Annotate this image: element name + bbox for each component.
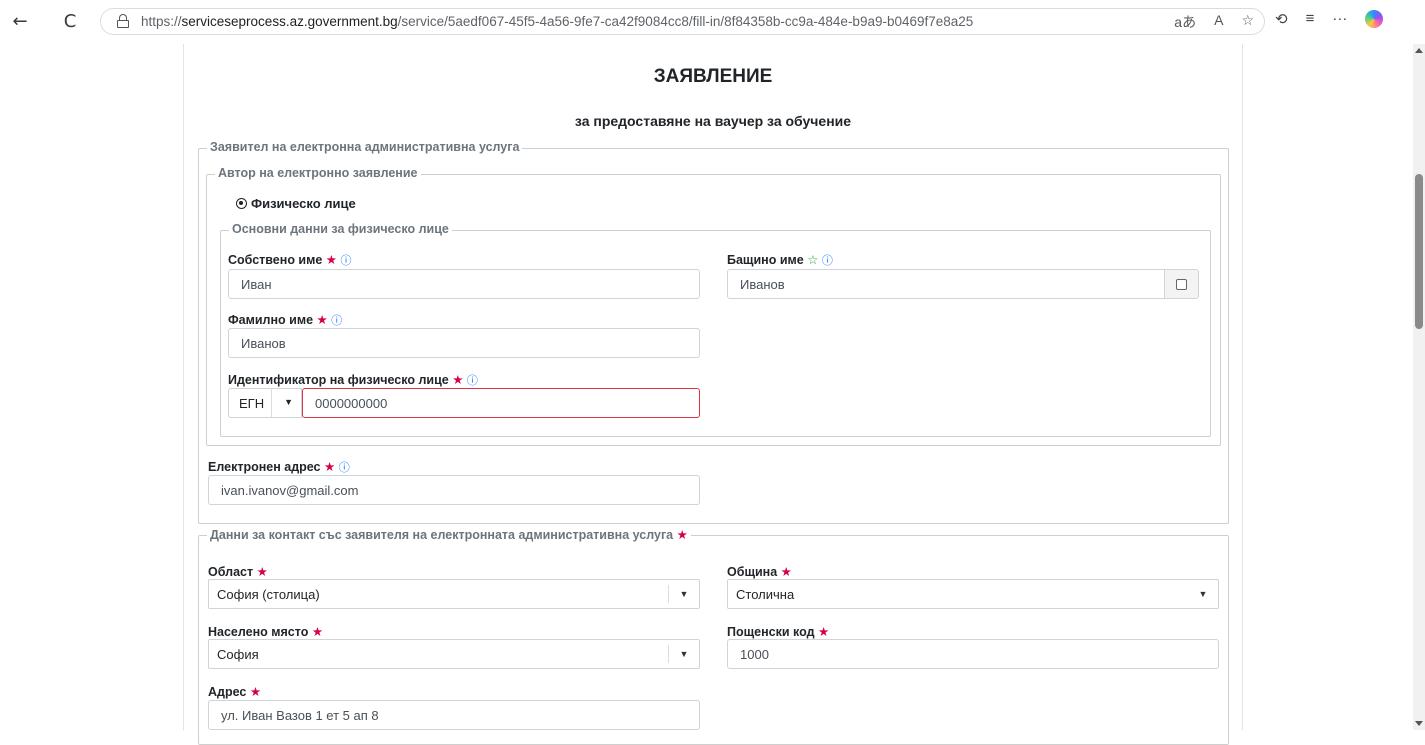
browser-toolbar: ← C https://serviceseprocess.az.governme…	[0, 0, 1425, 44]
url-text[interactable]: https://serviceseprocess.az.government.b…	[141, 14, 973, 29]
read-aloud-icon[interactable]: A	[1214, 12, 1223, 32]
page-subtitle: за предоставяне на ваучер за обучение	[574, 113, 852, 129]
required-star-icon: ★	[452, 373, 464, 387]
required-star-icon: ★	[249, 685, 262, 699]
chevron-down-icon[interactable]: ▼	[669, 580, 699, 608]
region-label: Област ★	[208, 565, 268, 579]
first-name-label: Собствено име ★ ⓘ	[228, 253, 352, 267]
info-icon[interactable]: ⓘ	[822, 254, 833, 267]
municipality-label: Община ★	[727, 565, 792, 579]
chevron-down-icon[interactable]: ▼	[1188, 580, 1218, 608]
chevron-down-icon[interactable]: ▼	[669, 640, 699, 668]
scroll-up-icon[interactable]	[1415, 48, 1423, 53]
form-page: ЗАЯВЛЕНИЕ за предоставяне на ваучер за о…	[183, 44, 1243, 745]
required-star-icon: ★	[311, 625, 324, 639]
identifier-input[interactable]: 0000000000	[302, 388, 700, 418]
basic-data-legend: Основни данни за физическо лице	[229, 222, 452, 236]
vertical-scrollbar[interactable]	[1413, 44, 1425, 730]
identifier-type-select[interactable]: ЕГН ▼	[228, 388, 302, 418]
first-name-input[interactable]: Иван	[228, 269, 700, 299]
middle-name-label: Бащино име ☆ ⓘ	[727, 253, 833, 267]
middle-name-value: Иванов	[740, 277, 785, 292]
more-menu-icon[interactable]: ···	[1332, 10, 1347, 28]
info-icon[interactable]: ⓘ	[467, 374, 478, 387]
required-star-icon: ★	[325, 253, 338, 267]
copilot-icon[interactable]	[1365, 10, 1384, 28]
email-label: Електронен адрес ★ ⓘ	[208, 460, 350, 474]
scroll-down-icon[interactable]	[1415, 721, 1423, 726]
person-type-radio[interactable]: Физическо лице	[236, 196, 356, 211]
contact-legend: Данни за контакт със заявителя на електр…	[207, 527, 691, 542]
scrollbar-thumb[interactable]	[1415, 174, 1423, 329]
region-select[interactable]: София (столица) ▼	[208, 579, 700, 609]
info-icon[interactable]: ⓘ	[331, 314, 342, 327]
identifier-label: Идентификатор на физическо лице ★ ⓘ	[228, 373, 478, 387]
lock-icon[interactable]	[117, 14, 129, 28]
required-star-icon: ★	[818, 625, 830, 639]
favorites-icon[interactable]: ≡	[1306, 10, 1315, 28]
page-title: ЗАЯВЛЕНИЕ	[653, 66, 773, 87]
settlement-value: София	[217, 647, 259, 662]
last-name-label: Фамилно име ★ ⓘ	[228, 313, 343, 327]
required-star-icon: ★	[256, 565, 268, 579]
refresh-icon[interactable]: C	[58, 9, 82, 33]
last-name-input[interactable]: Иванов	[228, 328, 700, 358]
required-star-icon: ★	[676, 528, 688, 542]
chevron-down-icon[interactable]: ▼	[284, 397, 293, 407]
checkbox-icon[interactable]	[1176, 278, 1187, 290]
favorite-star-icon[interactable]: ☆	[1241, 12, 1254, 32]
postal-code-label: Пощенски код ★	[727, 625, 830, 639]
middle-name-input[interactable]: Иванов	[727, 269, 1199, 299]
applicant-legend: Заявител на електронна административна у…	[207, 140, 523, 154]
settlement-select[interactable]: София ▼	[208, 639, 700, 669]
address-label: Адрес ★	[208, 685, 262, 699]
translate-icon[interactable]: aあ	[1174, 12, 1196, 32]
required-star-icon: ★	[780, 565, 792, 579]
author-legend: Автор на електронно заявление	[215, 166, 421, 180]
required-star-icon: ★	[323, 460, 336, 474]
identifier-type-value: ЕГН	[239, 396, 265, 411]
info-icon[interactable]: ⓘ	[339, 461, 350, 474]
back-arrow-icon[interactable]: ←	[8, 9, 32, 33]
email-input[interactable]: ivan.ivanov@gmail.com	[208, 475, 700, 505]
middle-name-checkbox-addon[interactable]	[1164, 270, 1198, 298]
address-input[interactable]: ул. Иван Вазов 1 ет 5 ап 8	[208, 700, 700, 730]
municipality-select[interactable]: Столична ▼	[727, 579, 1219, 609]
person-type-label: Физическо лице	[251, 196, 356, 211]
postal-code-input[interactable]: 1000	[727, 639, 1219, 669]
region-value: София (столица)	[217, 587, 320, 602]
settlement-label: Населено място ★	[208, 625, 324, 639]
radio-selected-icon[interactable]	[236, 198, 247, 209]
address-bar[interactable]: https://serviceseprocess.az.government.b…	[100, 8, 1265, 35]
required-star-icon: ★	[316, 313, 328, 327]
extensions-icon[interactable]: ⟲	[1275, 10, 1288, 28]
municipality-value: Столична	[736, 587, 795, 602]
optional-star-icon: ☆	[807, 253, 819, 267]
info-icon[interactable]: ⓘ	[341, 254, 352, 267]
